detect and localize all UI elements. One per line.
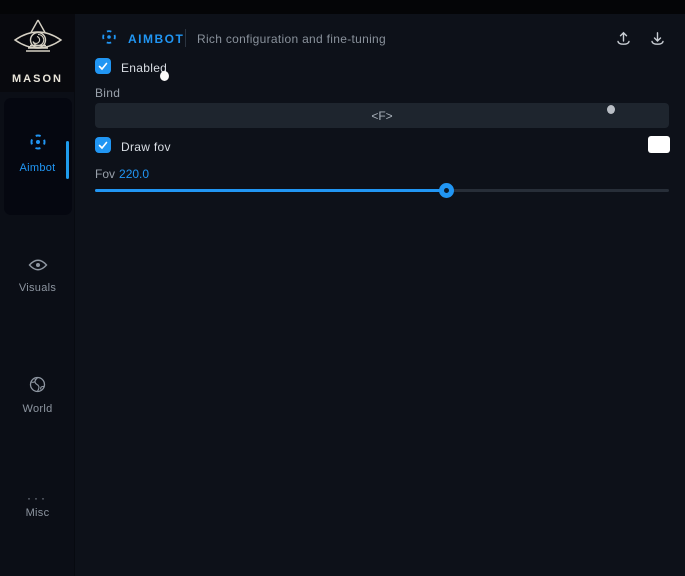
cursor-dot [607, 105, 615, 114]
mason-app-window: MASON Aimbot Visuals [0, 0, 685, 576]
logo-text: MASON [12, 73, 63, 85]
sidebar-item-aimbot[interactable]: Aimbot [0, 132, 75, 174]
check-icon [98, 141, 108, 150]
mason-eye-pyramid-logo-icon [12, 18, 64, 71]
page-subtitle: Rich configuration and fine-tuning [197, 32, 386, 46]
fov-value: 220.0 [119, 167, 149, 181]
sidebar: MASON Aimbot Visuals [0, 14, 75, 576]
bind-key-input[interactable]: <F> [95, 103, 669, 128]
window-top-strip [0, 0, 685, 14]
fov-color-swatch[interactable] [648, 136, 670, 153]
main-panel: AIMBOT Rich configuration and fine-tunin… [76, 14, 685, 576]
crosshair-icon [100, 28, 118, 51]
sidebar-item-label: Misc [26, 507, 50, 519]
sidebar-item-world[interactable]: World [0, 376, 75, 415]
header-divider [185, 29, 186, 47]
logo-block: MASON [0, 14, 75, 92]
draw-fov-checkbox[interactable] [95, 137, 111, 153]
bind-label: Bind [95, 86, 120, 100]
globe-icon [29, 376, 46, 398]
cursor-dot [160, 71, 169, 81]
page-title: AIMBOT [128, 32, 184, 46]
page-header: AIMBOT Rich configuration and fine-tunin… [76, 20, 685, 54]
enabled-checkbox[interactable] [95, 58, 111, 74]
fov-slider[interactable] [95, 183, 669, 197]
slider-handle[interactable] [439, 183, 454, 198]
check-icon [98, 62, 108, 71]
sidebar-item-label: Visuals [19, 282, 56, 294]
fov-label: Fov [95, 167, 115, 181]
sidebar-item-visuals[interactable]: Visuals [0, 258, 75, 294]
draw-fov-label: Draw fov [121, 140, 171, 154]
download-config-button[interactable] [645, 27, 669, 49]
sidebar-item-misc[interactable]: ··· Misc [0, 494, 75, 519]
upload-config-button[interactable] [611, 27, 635, 49]
eye-icon [28, 258, 48, 277]
ellipsis-icon: ··· [27, 494, 48, 502]
bind-key-value: <F> [371, 109, 392, 123]
fov-value-label: Fov 220.0 [95, 167, 149, 181]
sidebar-item-label: Aimbot [19, 162, 55, 174]
slider-fill [95, 189, 446, 192]
crosshair-icon [28, 132, 48, 157]
sidebar-item-label: World [22, 403, 52, 415]
